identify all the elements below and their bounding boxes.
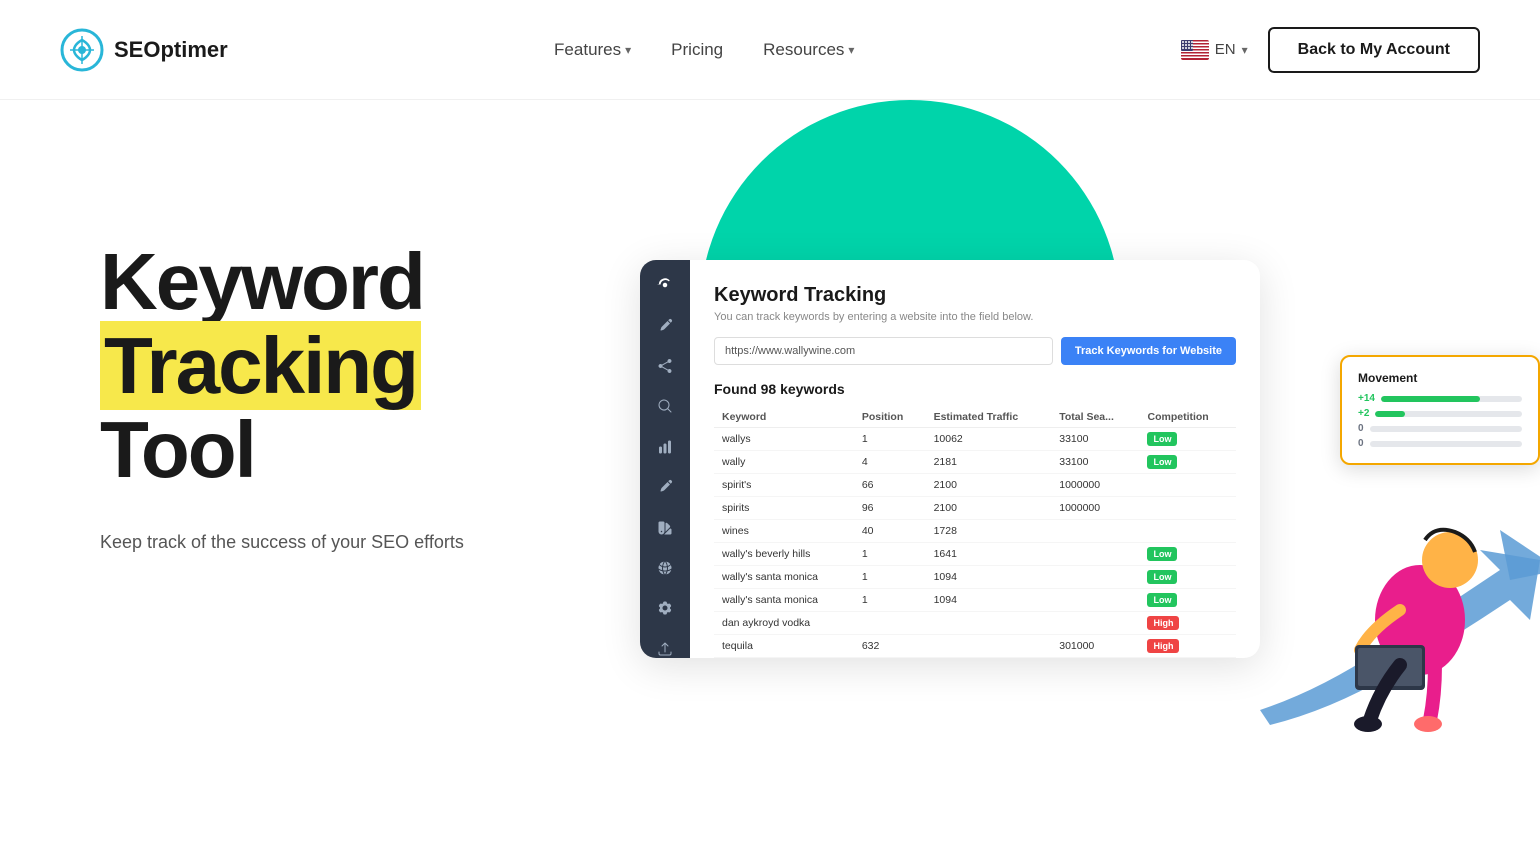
sidebar-share-icon xyxy=(655,357,675,375)
features-label: Features xyxy=(554,40,621,60)
table-row: wines 40 1728 xyxy=(714,520,1236,543)
flag-us-icon xyxy=(1181,40,1209,60)
table-row: dan aykroyd vodka High xyxy=(714,612,1236,635)
sidebar-cog-icon[interactable] xyxy=(655,599,675,617)
logo-text: SEOptimer xyxy=(114,37,228,63)
competition-badge: Low xyxy=(1147,547,1177,561)
hero-title: Keyword Tracking Tool xyxy=(100,240,620,492)
sidebar-upload-icon[interactable] xyxy=(655,640,675,658)
movement-value-2: +2 xyxy=(1358,408,1369,419)
resources-chevron-icon: ▾ xyxy=(848,43,854,57)
resources-label: Resources xyxy=(763,40,844,60)
movement-popup: Movement +14 +2 0 xyxy=(1340,355,1540,465)
dashboard-content: Keyword Tracking You can track keywords … xyxy=(690,260,1260,658)
movement-value-1: +14 xyxy=(1358,393,1375,404)
hero-title-line2: Tracking xyxy=(100,321,421,410)
hero-text-block: Keyword Tracking Tool Keep track of the … xyxy=(100,160,620,557)
sidebar-pen-icon[interactable] xyxy=(655,478,675,496)
sidebar-globe-icon[interactable] xyxy=(655,559,675,577)
sidebar-edit-icon xyxy=(655,316,675,334)
keywords-table: Keyword Position Estimated Traffic Total… xyxy=(714,407,1236,658)
main-nav: Features ▾ Pricing Resources ▾ xyxy=(554,40,854,60)
seoptimer-logo-icon xyxy=(60,28,104,72)
lang-chevron-icon: ▾ xyxy=(1242,43,1248,57)
competition-badge: Low xyxy=(1147,593,1177,607)
table-row: wally 4 2181 33100 Low xyxy=(714,451,1236,474)
logo[interactable]: SEOptimer xyxy=(60,28,228,72)
lang-label: EN xyxy=(1215,41,1236,58)
dashboard-title: Keyword Tracking xyxy=(714,284,1236,307)
header-right: EN ▾ Back to My Account xyxy=(1181,27,1480,73)
col-position: Position xyxy=(854,407,926,428)
table-row: wally's santa monica 1 1094 Low xyxy=(714,566,1236,589)
movement-popup-title: Movement xyxy=(1358,371,1522,385)
dashboard-subtitle: You can track keywords by entering a web… xyxy=(714,311,1236,323)
nav-resources[interactable]: Resources ▾ xyxy=(763,40,854,60)
nav-features[interactable]: Features ▾ xyxy=(554,40,631,60)
sidebar-search-icon[interactable] xyxy=(655,397,675,415)
dashboard-sidebar xyxy=(640,260,690,658)
hero-title-line1: Keyword xyxy=(100,237,424,326)
header: SEOptimer Features ▾ Pricing Resources ▾ xyxy=(0,0,1540,100)
track-keywords-button[interactable]: Track Keywords for Website xyxy=(1061,337,1236,365)
character-illustration xyxy=(1320,480,1520,760)
table-row: wally's santa monica 1 1094 Low xyxy=(714,589,1236,612)
competition-badge: High xyxy=(1147,639,1179,653)
hero-section: Keyword Tracking Tool Keep track of the … xyxy=(0,100,1540,850)
table-row: wallys 1 10062 33100 Low xyxy=(714,428,1236,451)
competition-badge: Low xyxy=(1147,455,1177,469)
competition-badge: High xyxy=(1147,616,1179,630)
pricing-label: Pricing xyxy=(671,40,723,60)
website-input[interactable] xyxy=(714,337,1053,365)
hero-subtitle: Keep track of the success of your SEO ef… xyxy=(100,528,620,557)
col-keyword: Keyword xyxy=(714,407,854,428)
language-selector[interactable]: EN ▾ xyxy=(1181,40,1248,60)
movement-value-3: 0 xyxy=(1358,423,1364,434)
dashboard-card: Keyword Tracking You can track keywords … xyxy=(640,260,1260,658)
col-traffic: Estimated Traffic xyxy=(926,407,1052,428)
col-competition: Competition xyxy=(1139,407,1236,428)
competition-badge: Low xyxy=(1147,432,1177,446)
table-row: spirits 96 2100 1000000 xyxy=(714,497,1236,520)
features-chevron-icon: ▾ xyxy=(625,43,631,57)
dashboard-input-row: Track Keywords for Website xyxy=(714,337,1236,365)
hero-title-line3: Tool xyxy=(100,405,255,494)
nav-pricing[interactable]: Pricing xyxy=(671,40,723,60)
table-row: wally's beverly hills 1 1641 Low xyxy=(714,543,1236,566)
found-keywords-count: Found 98 keywords xyxy=(714,381,1236,397)
table-row: tequila 632 301000 High xyxy=(714,635,1236,658)
competition-badge: Low xyxy=(1147,570,1177,584)
sidebar-text-icon[interactable] xyxy=(655,518,675,536)
col-total: Total Sea... xyxy=(1051,407,1139,428)
hero-visual: Keyword Tracking You can track keywords … xyxy=(620,160,1460,760)
sidebar-settings-icon xyxy=(655,276,675,294)
movement-value-4: 0 xyxy=(1358,438,1364,449)
table-row: spirit's 66 2100 1000000 xyxy=(714,474,1236,497)
back-to-account-button[interactable]: Back to My Account xyxy=(1268,27,1480,73)
sidebar-chart-icon[interactable] xyxy=(655,438,675,456)
